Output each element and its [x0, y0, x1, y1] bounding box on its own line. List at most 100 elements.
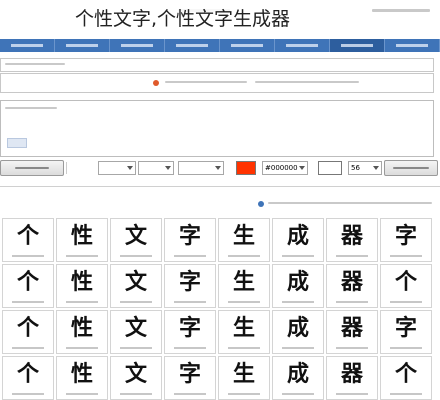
font-style-card[interactable]: 文	[110, 264, 162, 308]
font-style-card[interactable]: 成	[272, 218, 324, 262]
font-sample-glyph: 器	[340, 315, 363, 341]
font-style-select[interactable]	[138, 161, 174, 175]
nav-tab[interactable]	[0, 39, 55, 52]
font-sample-glyph: 字	[394, 315, 417, 341]
font-style-caption	[66, 301, 98, 303]
nav-tab[interactable]	[165, 39, 220, 52]
font-style-card[interactable]: 字	[164, 356, 216, 400]
font-sample-glyph: 文	[124, 315, 147, 341]
nav-tab-label	[65, 44, 99, 47]
font-style-card[interactable]: 性	[56, 264, 108, 308]
input-tag	[7, 138, 27, 148]
font-style-caption	[390, 393, 422, 395]
font-sample-glyph: 文	[124, 361, 147, 387]
nav-tab-label	[395, 44, 429, 47]
submit-button[interactable]	[384, 160, 438, 176]
font-style-card[interactable]: 个	[380, 264, 432, 308]
font-style-card[interactable]: 性	[56, 218, 108, 262]
font-style-caption	[120, 393, 152, 395]
nav-tab[interactable]	[55, 39, 110, 52]
font-style-card[interactable]: 性	[56, 356, 108, 400]
font-style-card[interactable]: 文	[110, 310, 162, 354]
font-style-card[interactable]: 器	[326, 310, 378, 354]
font-sample-glyph: 器	[340, 223, 363, 249]
info-strip	[0, 58, 434, 72]
font-style-card[interactable]: 生	[218, 218, 270, 262]
font-sample-glyph: 个	[394, 361, 417, 387]
site-info-text	[255, 81, 359, 83]
font-sample-glyph: 字	[178, 269, 201, 295]
generate-label	[15, 167, 49, 169]
font-style-caption	[174, 347, 206, 349]
submit-label	[393, 167, 429, 169]
font-style-card[interactable]: 字	[380, 218, 432, 262]
fg-color-swatch[interactable]	[318, 161, 342, 175]
generate-button[interactable]	[0, 160, 64, 176]
site-info-text	[165, 81, 247, 83]
font-sample-glyph: 成	[286, 315, 309, 341]
font-style-caption	[66, 347, 98, 349]
font-style-card[interactable]: 性	[56, 310, 108, 354]
font-sample-glyph: 生	[232, 361, 255, 387]
font-style-card[interactable]: 成	[272, 264, 324, 308]
font-sample-glyph: 字	[394, 223, 417, 249]
font-sample-glyph: 文	[124, 223, 147, 249]
font-style-card[interactable]: 字	[164, 264, 216, 308]
font-sample-glyph: 个	[16, 269, 39, 295]
font-style-card[interactable]: 个	[380, 356, 432, 400]
font-sample-glyph: 字	[178, 315, 201, 341]
color-input[interactable]: #000000	[262, 161, 308, 175]
font-sample-glyph: 个	[16, 223, 39, 249]
font-style-card[interactable]: 器	[326, 264, 378, 308]
font-style-card[interactable]: 文	[110, 356, 162, 400]
font-style-card[interactable]: 生	[218, 356, 270, 400]
font-style-card[interactable]: 成	[272, 310, 324, 354]
nav-tab[interactable]	[275, 39, 330, 52]
font-sample-glyph: 个	[394, 269, 417, 295]
font-style-card[interactable]: 器	[326, 218, 378, 262]
font-style-caption	[282, 255, 314, 257]
font-sample-glyph: 生	[232, 269, 255, 295]
font-style-card[interactable]: 字	[164, 218, 216, 262]
font-style-card[interactable]: 生	[218, 264, 270, 308]
font-style-caption	[228, 301, 260, 303]
font-style-card[interactable]: 生	[218, 310, 270, 354]
font-style-caption	[228, 393, 260, 395]
font-style-card[interactable]: 文	[110, 218, 162, 262]
font-style-caption	[390, 347, 422, 349]
bg-color-swatch[interactable]	[236, 161, 256, 175]
nav-tab[interactable]	[220, 39, 275, 52]
font-family-select[interactable]	[178, 161, 224, 175]
font-style-card[interactable]: 成	[272, 356, 324, 400]
font-sample-glyph: 性	[70, 361, 93, 387]
size-select[interactable]: 56	[348, 161, 382, 175]
font-style-card[interactable]: 器	[326, 356, 378, 400]
font-style-caption	[120, 301, 152, 303]
font-style-caption	[336, 347, 368, 349]
font-style-card[interactable]: 字	[164, 310, 216, 354]
nav-tab-label	[340, 44, 374, 47]
font-style-card[interactable]: 个	[2, 218, 54, 262]
nav-tab-label	[175, 44, 209, 47]
photo-header: 个性文字,个性文字生成器	[0, 0, 440, 36]
font-size-select[interactable]	[98, 161, 136, 175]
font-sample-glyph: 个	[16, 361, 39, 387]
font-style-card[interactable]: 字	[380, 310, 432, 354]
font-sample-glyph: 成	[286, 223, 309, 249]
font-style-caption	[120, 255, 152, 257]
info-text	[5, 63, 65, 65]
font-sample-glyph: 字	[178, 361, 201, 387]
font-sample-glyph: 文	[124, 269, 147, 295]
font-style-card[interactable]: 个	[2, 356, 54, 400]
site-info-bar	[0, 73, 434, 93]
font-style-caption	[390, 301, 422, 303]
text-input-area[interactable]	[0, 100, 434, 157]
nav-tab[interactable]	[330, 39, 385, 52]
font-style-card[interactable]: 个	[2, 264, 54, 308]
nav-tab[interactable]	[385, 39, 440, 52]
nav-tab[interactable]	[110, 39, 165, 52]
font-style-caption	[12, 347, 44, 349]
font-sample-glyph: 成	[286, 269, 309, 295]
font-style-caption	[336, 301, 368, 303]
font-style-card[interactable]: 个	[2, 310, 54, 354]
